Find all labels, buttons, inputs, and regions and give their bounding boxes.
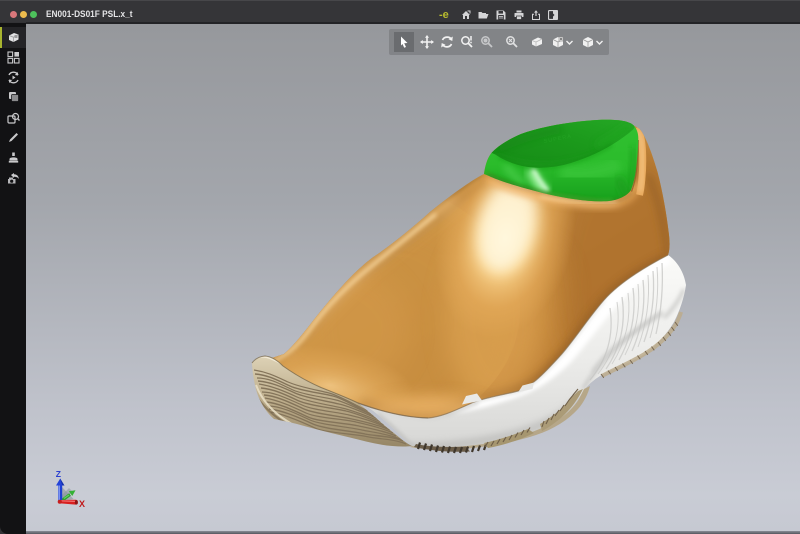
svg-text:Z: Z <box>56 469 61 479</box>
svg-text:X: X <box>79 499 85 509</box>
